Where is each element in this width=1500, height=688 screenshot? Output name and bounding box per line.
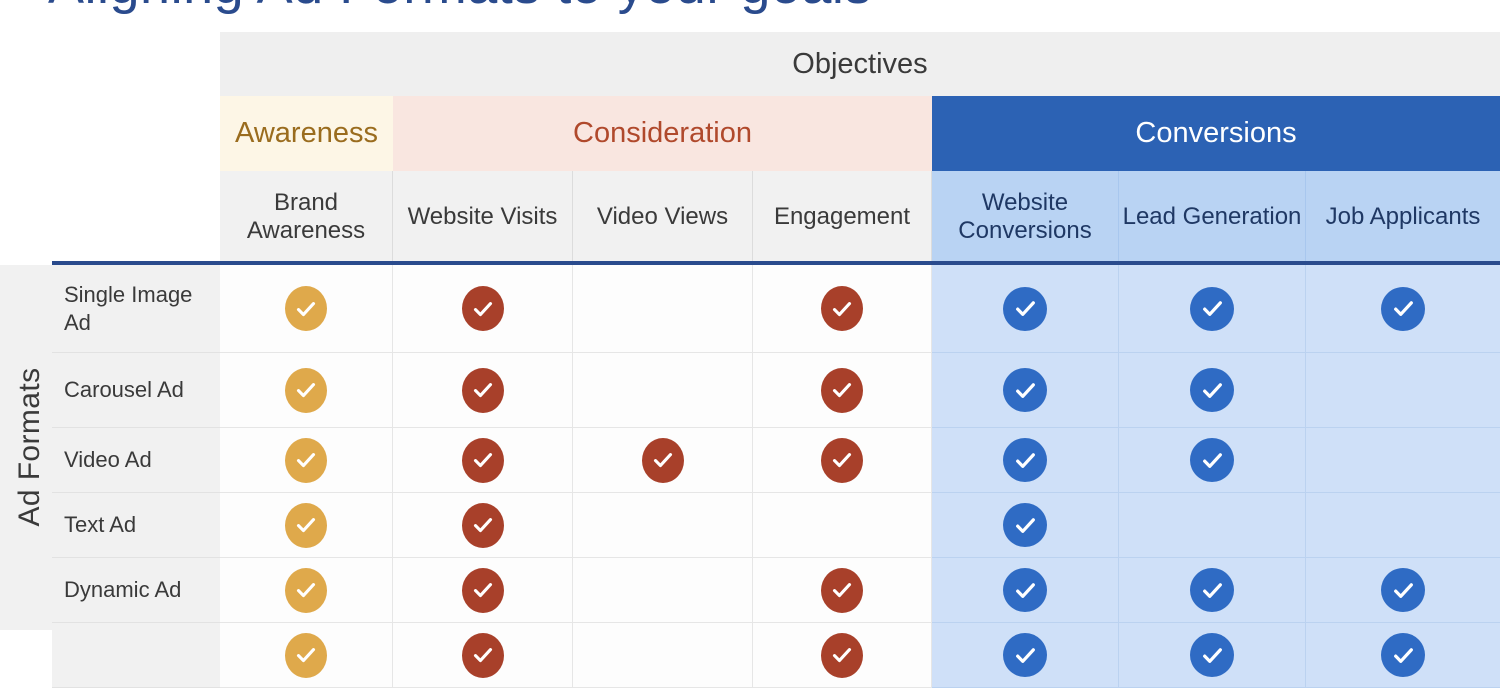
column-header-brand-awareness: Brand Awareness <box>220 171 393 263</box>
matrix-cell[interactable] <box>1119 493 1306 558</box>
check-circle-icon <box>1190 633 1234 677</box>
group-header-consideration: Consideration <box>393 96 932 171</box>
matrix-cell[interactable] <box>573 558 753 623</box>
matrix-cell[interactable] <box>573 623 753 688</box>
row-label-4: Text Ad <box>52 493 220 558</box>
matrix-cell[interactable] <box>220 265 393 353</box>
check-circle-icon <box>641 437 684 483</box>
check-circle-icon <box>461 632 504 678</box>
column-header-engagement: Engagement <box>753 171 932 263</box>
matrix-cell[interactable] <box>1306 623 1500 688</box>
matrix-cell[interactable] <box>753 558 932 623</box>
matrix-cell[interactable] <box>1306 428 1500 493</box>
check-circle-icon <box>1190 368 1234 412</box>
check-circle-icon <box>1381 633 1425 677</box>
matrix-cell[interactable] <box>753 493 932 558</box>
matrix-cell[interactable] <box>220 493 393 558</box>
matrix-cell[interactable] <box>1306 558 1500 623</box>
column-header-job-applicants: Job Applicants <box>1306 171 1500 263</box>
row-label-text: Carousel Ad <box>64 377 184 403</box>
matrix-cell[interactable] <box>753 353 932 428</box>
check-circle-icon <box>821 367 863 413</box>
objectives-header-band: Objectives <box>220 32 1500 96</box>
matrix-cell[interactable] <box>220 353 393 428</box>
check-circle-icon <box>1003 633 1047 677</box>
matrix-cell[interactable] <box>220 558 393 623</box>
check-circle-icon <box>821 286 863 331</box>
check-circle-icon <box>285 286 327 331</box>
matrix-cell[interactable] <box>1119 428 1306 493</box>
matrix-cell[interactable] <box>932 558 1119 623</box>
matrix-cell[interactable] <box>573 265 753 353</box>
matrix-cell[interactable] <box>753 428 932 493</box>
check-circle-icon <box>285 632 327 678</box>
check-circle-icon <box>285 437 327 483</box>
check-circle-icon <box>461 502 504 548</box>
matrix-cell[interactable] <box>220 623 393 688</box>
check-circle-icon <box>1381 568 1425 612</box>
matrix-cell[interactable] <box>1306 265 1500 353</box>
row-label-2: Carousel Ad <box>52 353 220 428</box>
row-label-3: Video Ad <box>52 428 220 493</box>
column-header-lead-generation: Lead Generation <box>1119 171 1306 263</box>
matrix-cell[interactable] <box>753 265 932 353</box>
row-label-text: Text Ad <box>64 512 137 538</box>
check-circle-icon <box>285 367 327 413</box>
matrix-cell[interactable] <box>573 493 753 558</box>
check-circle-icon <box>1003 368 1047 412</box>
check-circle-icon <box>1190 568 1234 612</box>
row-axis-caption-label: Ad Formats <box>13 367 46 527</box>
matrix-cell[interactable] <box>932 353 1119 428</box>
row-axis-caption: Ad Formats <box>0 265 52 630</box>
row-label-1: Single Image Ad <box>52 265 220 353</box>
check-circle-icon <box>1003 568 1047 612</box>
matrix-cell[interactable] <box>393 265 573 353</box>
check-circle-icon <box>1190 286 1234 331</box>
matrix-cell[interactable] <box>1119 558 1306 623</box>
matrix-cell[interactable] <box>932 493 1119 558</box>
column-header-website-conversions: Website Conversions <box>932 171 1119 263</box>
check-circle-icon <box>821 437 863 483</box>
matrix-cell[interactable] <box>1119 353 1306 428</box>
check-circle-icon <box>461 286 504 331</box>
matrix-cell[interactable] <box>1119 265 1306 353</box>
check-circle-icon <box>1003 438 1047 482</box>
column-header-video-views: Video Views <box>573 171 753 263</box>
row-label-text: Dynamic Ad <box>64 577 182 603</box>
matrix-cell[interactable] <box>393 558 573 623</box>
check-circle-icon <box>1003 503 1047 547</box>
matrix-cell[interactable] <box>932 265 1119 353</box>
check-circle-icon <box>461 567 504 613</box>
matrix-cell[interactable] <box>1119 623 1306 688</box>
matrix-cell[interactable] <box>932 428 1119 493</box>
check-circle-icon <box>1190 438 1234 482</box>
matrix-cell[interactable] <box>573 428 753 493</box>
row-label-5: Dynamic Ad <box>52 558 220 623</box>
group-header-conversions: Conversions <box>932 96 1500 171</box>
row-label-text: Video Ad <box>64 447 152 473</box>
ad-format-objective-matrix: Ad Formats Objectives Awareness Consider… <box>0 0 1500 688</box>
column-header-website-visits: Website Visits <box>393 171 573 263</box>
matrix-cell[interactable] <box>1306 493 1500 558</box>
matrix-cell[interactable] <box>393 353 573 428</box>
matrix-cell[interactable] <box>393 493 573 558</box>
matrix-cell[interactable] <box>573 353 753 428</box>
matrix-cell[interactable] <box>393 623 573 688</box>
check-circle-icon <box>461 437 504 483</box>
check-circle-icon <box>285 502 327 548</box>
row-label-text: Single Image Ad <box>64 282 193 335</box>
group-header-awareness: Awareness <box>220 96 393 171</box>
matrix-cell[interactable] <box>932 623 1119 688</box>
check-circle-icon <box>821 567 863 613</box>
check-circle-icon <box>1381 286 1425 331</box>
matrix-cell[interactable] <box>220 428 393 493</box>
matrix-cell[interactable] <box>393 428 573 493</box>
matrix-cell[interactable] <box>1306 353 1500 428</box>
check-circle-icon <box>285 567 327 613</box>
check-circle-icon <box>1003 286 1047 331</box>
matrix-cell[interactable] <box>753 623 932 688</box>
check-circle-icon <box>821 632 863 678</box>
check-circle-icon <box>461 367 504 413</box>
row-label-6 <box>52 623 220 688</box>
